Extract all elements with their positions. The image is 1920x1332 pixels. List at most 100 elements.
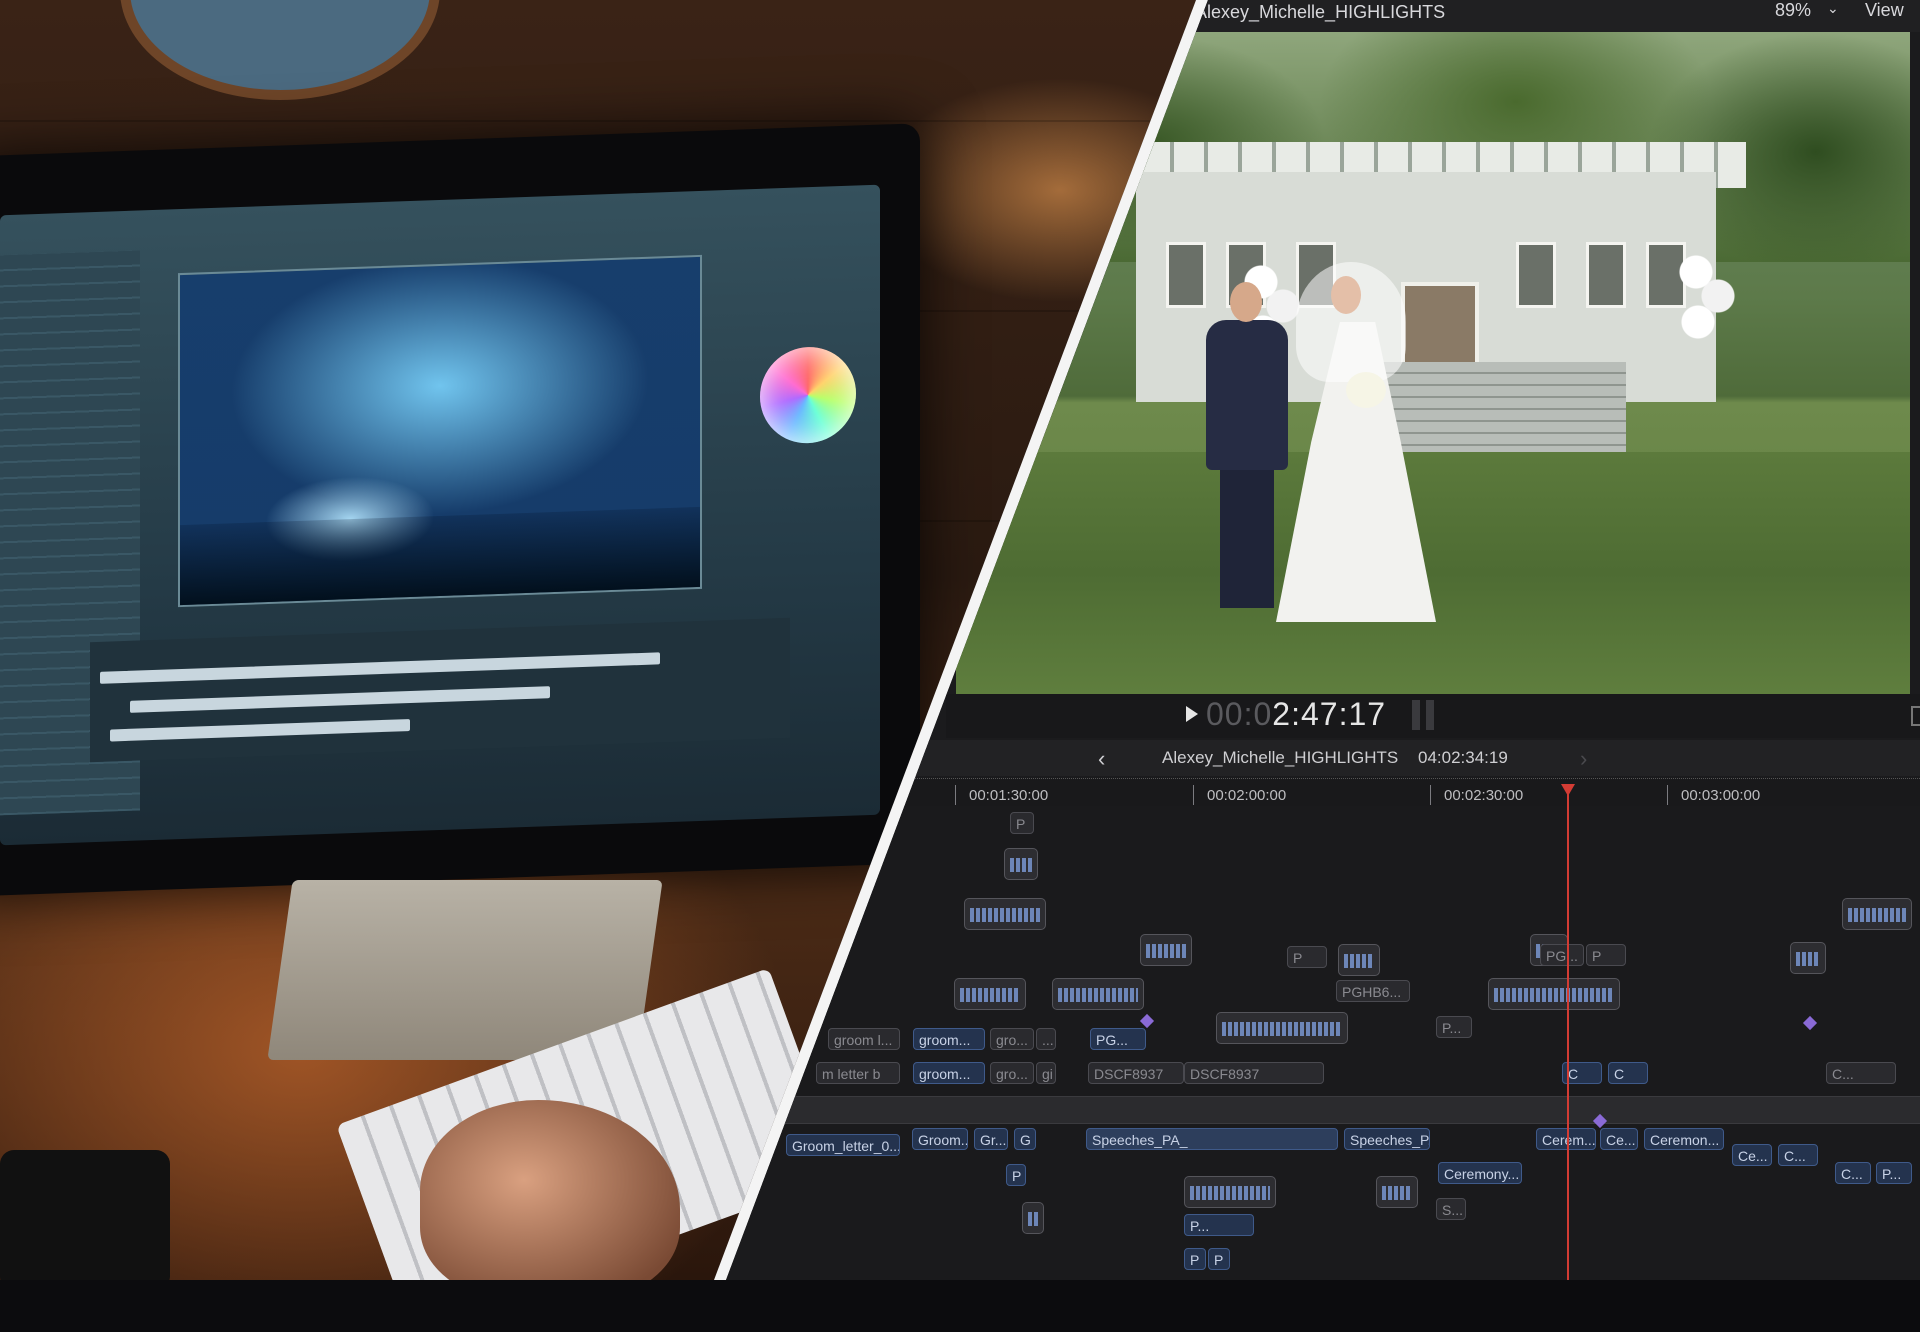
ruler-label: 00:03:00:00 bbox=[1681, 787, 1761, 804]
chevron-down-icon[interactable]: ⌄ bbox=[1827, 0, 1839, 17]
balloons bbox=[1676, 252, 1736, 352]
ruler-tick bbox=[955, 785, 956, 805]
viewer-title: Alexey_Michelle_HIGHLIGHTS bbox=[1195, 2, 1446, 22]
ruler-tick bbox=[1667, 785, 1668, 805]
bride-head bbox=[1331, 276, 1361, 314]
timecode-main: 2:47:17 bbox=[1272, 696, 1387, 732]
timeline-clip[interactable]: P bbox=[1287, 946, 1327, 968]
playhead-handle[interactable] bbox=[1561, 784, 1575, 796]
timeline-clip[interactable]: gro... bbox=[990, 1028, 1034, 1050]
ruler-label: 00:01:30:00 bbox=[969, 787, 1049, 804]
timeline-clip[interactable]: P bbox=[1184, 1248, 1206, 1270]
groom-head bbox=[1230, 282, 1262, 322]
clip-thumbnail[interactable] bbox=[1216, 1012, 1348, 1044]
color-wheel bbox=[760, 345, 856, 445]
wood-grain bbox=[0, 120, 1196, 122]
ruler-label: 00:02:00:00 bbox=[1207, 787, 1287, 804]
clip-thumbnail[interactable] bbox=[1004, 848, 1038, 880]
clip-thumbnail[interactable] bbox=[964, 898, 1046, 930]
groom-legs bbox=[1220, 468, 1274, 608]
timeline-clip[interactable]: PG... bbox=[1540, 944, 1584, 966]
timeline-clip[interactable]: Groom... bbox=[912, 1128, 968, 1150]
timeline-clip[interactable]: P bbox=[1010, 812, 1034, 834]
timeline-clip[interactable]: C bbox=[1608, 1062, 1648, 1084]
timeline-clip[interactable]: DSCF8937 bbox=[1184, 1062, 1324, 1084]
clip-thumbnail[interactable] bbox=[1184, 1176, 1276, 1208]
timeline-clip[interactable]: Ceremony... bbox=[1438, 1162, 1522, 1184]
screen-concert-video bbox=[178, 254, 702, 608]
window bbox=[1166, 242, 1206, 308]
timeline-clip[interactable]: gro... bbox=[990, 1062, 1034, 1084]
timeline-header: ‹ Alexey_Michelle_HIGHLIGHTS 04:02:34:19… bbox=[900, 740, 1920, 776]
timeline-tracks[interactable]: P P P PGHB6... PG... P... groom l... gro… bbox=[750, 806, 1920, 1280]
timeline-clip[interactable]: gi bbox=[1036, 1062, 1056, 1084]
window bbox=[1516, 242, 1556, 308]
timeline-clip[interactable]: C... bbox=[1778, 1144, 1818, 1166]
timeline-clip[interactable]: S... bbox=[1436, 1198, 1466, 1220]
timeline-clip[interactable]: Ce... bbox=[1600, 1128, 1638, 1150]
timeline-clip[interactable]: Speeches_P... bbox=[1344, 1128, 1430, 1150]
back-chevron-icon[interactable]: ‹ bbox=[1098, 746, 1105, 772]
timeline-ruler[interactable]: 00:01:30:00 00:02:00:00 00:02:30:00 00:0… bbox=[900, 778, 1920, 807]
timeline-clip[interactable]: P bbox=[1006, 1164, 1026, 1186]
screen-clip bbox=[130, 686, 550, 713]
clip-thumbnail[interactable] bbox=[1338, 944, 1380, 976]
screen-crowd bbox=[180, 506, 700, 606]
ruler-tick bbox=[1430, 785, 1431, 805]
timeline-clip[interactable]: PGHB6... bbox=[1336, 980, 1410, 1002]
clip-thumbnail[interactable] bbox=[1140, 934, 1192, 966]
timeline-clip[interactable]: P... bbox=[1876, 1162, 1912, 1184]
primary-storyline[interactable] bbox=[750, 1096, 1920, 1124]
timeline-clip[interactable]: Gr... bbox=[974, 1128, 1008, 1150]
timeline-clip[interactable]: groom l... bbox=[828, 1028, 900, 1050]
timecode-dim: 00:0 bbox=[1206, 696, 1273, 732]
timeline-clip[interactable]: PG... bbox=[1090, 1028, 1146, 1050]
timeline-clip[interactable]: G bbox=[1014, 1128, 1036, 1150]
playhead[interactable] bbox=[1567, 784, 1569, 1280]
clip-thumbnail[interactable] bbox=[1842, 898, 1912, 930]
monitor-screen bbox=[0, 184, 880, 846]
timeline-clip[interactable]: P bbox=[1586, 944, 1626, 966]
play-icon[interactable] bbox=[1186, 706, 1198, 722]
fullscreen-icon[interactable] bbox=[1911, 706, 1920, 726]
timeline-clip[interactable]: Groom_letter_0... bbox=[786, 1134, 900, 1156]
view-menu-button[interactable]: View bbox=[1865, 0, 1904, 21]
forward-chevron-icon[interactable]: › bbox=[1580, 746, 1587, 772]
clip-thumbnail[interactable] bbox=[1052, 978, 1144, 1010]
clip-thumbnail[interactable] bbox=[954, 978, 1026, 1010]
timeline-clip[interactable]: DSCF8937 bbox=[1088, 1062, 1184, 1084]
project-duration: 04:02:34:19 bbox=[1418, 748, 1508, 767]
window bbox=[1586, 242, 1626, 308]
timeline-clip[interactable]: P... bbox=[1436, 1016, 1472, 1038]
timecode-display[interactable]: 00:02:47:17 bbox=[1206, 696, 1386, 733]
timeline-clip[interactable]: groom... bbox=[913, 1062, 985, 1084]
wall-mirror bbox=[120, 0, 440, 100]
clip-thumbnail[interactable] bbox=[1022, 1202, 1044, 1234]
audio-meter-icon bbox=[1412, 700, 1434, 730]
clip-thumbnail[interactable] bbox=[1790, 942, 1826, 974]
timeline-clip[interactable]: Ceremon... bbox=[1644, 1128, 1724, 1150]
timeline-clip[interactable]: Cerem... bbox=[1536, 1128, 1596, 1150]
timeline-clip[interactable]: C... bbox=[1826, 1062, 1896, 1084]
clip-thumbnail[interactable] bbox=[1376, 1176, 1418, 1208]
project-name: Alexey_Michelle_HIGHLIGHTS bbox=[1162, 748, 1399, 767]
bride-figure bbox=[1276, 262, 1436, 622]
ruler-tick bbox=[1193, 785, 1194, 805]
timeline-clip[interactable]: Speeches_PA_ bbox=[1086, 1128, 1338, 1150]
timeline-clip[interactable]: m letter b bbox=[816, 1062, 900, 1084]
timeline-clip[interactable]: P bbox=[1208, 1248, 1230, 1270]
marker-icon[interactable] bbox=[1802, 1015, 1818, 1031]
screen-clip bbox=[100, 652, 660, 684]
timeline-clip[interactable]: C... bbox=[1835, 1162, 1871, 1184]
timeline-clip[interactable]: Ce... bbox=[1732, 1144, 1772, 1166]
timeline-clip[interactable]: P... bbox=[1184, 1214, 1254, 1236]
clip-thumbnail[interactable] bbox=[1488, 978, 1620, 1010]
screen-timeline bbox=[90, 617, 790, 763]
marker-icon[interactable] bbox=[1139, 1013, 1155, 1029]
phone bbox=[0, 1150, 170, 1280]
timeline-clip[interactable]: groom... bbox=[913, 1028, 985, 1050]
timeline-clip[interactable]: ... bbox=[1036, 1028, 1056, 1050]
zoom-dropdown[interactable]: 89% bbox=[1775, 0, 1811, 21]
ruler-label: 00:02:30:00 bbox=[1444, 787, 1524, 804]
bouquet bbox=[1346, 372, 1386, 408]
